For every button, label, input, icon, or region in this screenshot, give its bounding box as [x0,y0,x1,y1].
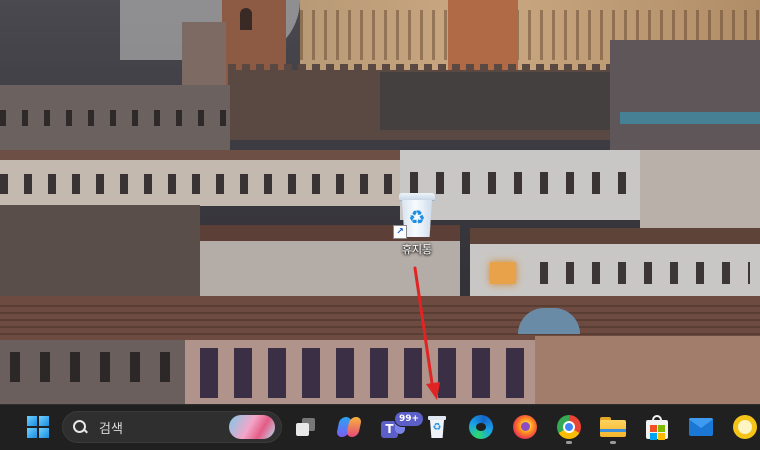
running-indicator [566,441,572,444]
mail-icon [689,418,713,436]
recycle-bin-taskbar-button[interactable]: ♻ [419,409,455,445]
wallpaper-facade-panels [200,348,530,398]
copilot-icon [335,415,363,439]
wallpaper-bell-tower-window [240,8,252,30]
wallpaper-building-windows [10,352,180,382]
wallpaper-building [0,205,200,305]
taskbar-search-box[interactable]: 검색 [62,411,282,443]
task-view-icon [296,418,316,436]
chrome-icon [557,415,581,439]
running-indicator [610,441,616,444]
app-icon [733,415,757,439]
shortcut-arrow-icon: ↗ [393,225,407,239]
start-button[interactable] [20,409,56,445]
app-button[interactable] [727,409,760,445]
desktop-wallpaper [0,0,760,404]
search-highlight-image [229,415,275,439]
wallpaper-building-windows [0,174,420,194]
microsoft-store-icon [645,415,669,440]
wallpaper-building-windows [540,262,750,284]
wallpaper-building [640,150,760,240]
search-icon [73,420,87,434]
windows-start-icon [27,416,49,438]
desktop-recycle-bin-shortcut[interactable]: ♻ ↗ 휴지통 [388,190,446,264]
edge-icon [469,415,493,439]
microsoft-store-button[interactable] [639,409,675,445]
edge-button[interactable] [463,409,499,445]
wallpaper-lit-window [490,262,516,284]
teams-button[interactable]: T 99+ [376,409,423,445]
recycle-bin-label: 휴지통 [401,243,433,256]
recycle-bin-icon: ♻ ↗ [393,193,435,239]
teams-icon: T 99+ [381,412,423,440]
file-explorer-button[interactable] [595,409,631,445]
firefox-icon [513,415,537,439]
wallpaper-battlements [228,64,618,72]
taskbar: 검색 T 99+ ♻ [0,404,760,450]
copilot-button[interactable] [331,409,367,445]
wallpaper-roof [620,112,760,124]
file-explorer-icon [600,417,626,437]
wallpaper-palazzo-wall [380,72,610,130]
wallpaper-building-windows [0,110,230,126]
recycle-bin-icon: ♻ [428,416,446,438]
firefox-button[interactable] [507,409,543,445]
wallpaper-building [610,40,760,150]
wallpaper-roof [470,228,760,244]
wallpaper-building [535,336,760,404]
chrome-button[interactable] [551,409,587,445]
task-view-button[interactable] [288,409,324,445]
wallpaper-brick-tower [448,0,518,70]
search-placeholder: 검색 [99,421,123,437]
mail-button[interactable] [683,409,719,445]
